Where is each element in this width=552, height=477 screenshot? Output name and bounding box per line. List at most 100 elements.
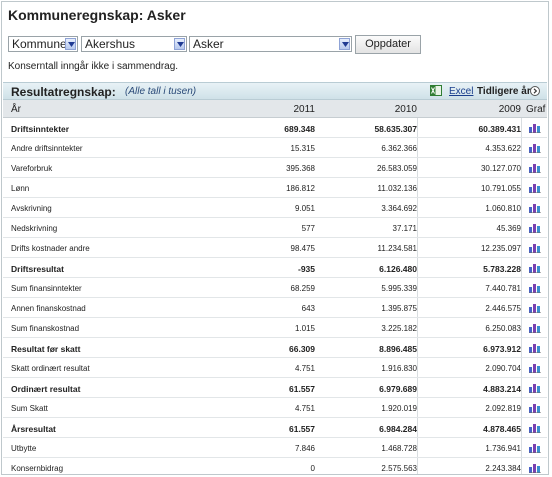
update-button[interactable]: Oppdater	[355, 35, 421, 54]
bar-chart-icon[interactable]	[529, 203, 541, 213]
column-divider	[521, 458, 522, 474]
value-2010: 26.583.059	[376, 164, 417, 173]
results-table: Driftsinntekter 689.348 58.635.307 60.389.4…	[3, 118, 547, 474]
column-divider	[521, 118, 522, 137]
column-divider	[521, 338, 522, 357]
value-2010: 8.896.485	[379, 344, 417, 354]
value-2011: 61.557	[289, 384, 315, 394]
bar-chart-icon[interactable]	[529, 383, 541, 393]
excel-icon[interactable]	[430, 85, 442, 96]
column-divider	[417, 198, 418, 217]
value-2010: 6.362.366	[381, 144, 417, 153]
row-label: Vareforbruk	[11, 164, 53, 173]
row-label: Årsresultat	[11, 424, 56, 434]
bar-chart-icon[interactable]	[529, 363, 541, 373]
column-divider	[417, 258, 418, 277]
column-divider	[521, 318, 522, 337]
value-2011: 66.309	[289, 344, 315, 354]
header-year: År	[11, 104, 21, 115]
value-2009: 6.250.083	[485, 324, 521, 333]
column-divider	[521, 278, 522, 297]
column-divider	[417, 158, 418, 177]
column-divider	[521, 358, 522, 377]
value-2009: 5.783.228	[483, 264, 521, 274]
column-divider	[417, 378, 418, 397]
value-2011: 643	[301, 304, 315, 313]
bar-chart-icon[interactable]	[529, 283, 541, 293]
row-label: Ordinært resultat	[11, 384, 81, 394]
bar-chart-icon[interactable]	[529, 263, 541, 273]
bar-chart-icon[interactable]	[529, 343, 541, 353]
bar-chart-icon[interactable]	[529, 423, 541, 433]
earlier-years-link[interactable]: Tidligere år	[477, 86, 531, 97]
page-title: Kommuneregnskap: Asker	[8, 7, 186, 23]
chevron-down-icon[interactable]	[339, 38, 350, 50]
value-2009: 1.736.941	[485, 444, 521, 453]
value-2011: 395.368	[286, 164, 315, 173]
bar-chart-icon[interactable]	[529, 443, 541, 453]
column-divider	[521, 218, 522, 237]
bar-chart-icon[interactable]	[529, 303, 541, 313]
excel-link[interactable]: Excel	[449, 86, 473, 97]
row-label: Sum Skatt	[11, 404, 48, 413]
table-row: Lønn 186.812 11.032.136 10.791.055	[3, 178, 547, 198]
panel-frame: Kommuneregnskap: Asker Kommune Akershus …	[1, 1, 549, 475]
table-row: Avskrivning 9.051 3.364.692 1.060.810	[3, 198, 547, 218]
row-label: Lønn	[11, 184, 30, 193]
value-2009: 4.353.622	[485, 144, 521, 153]
bar-chart-icon[interactable]	[529, 223, 541, 233]
municipality-select[interactable]: Asker	[189, 36, 352, 52]
table-row: Nedskrivning 577 37.171 45.369	[3, 218, 547, 238]
value-2011: 1.015	[294, 324, 315, 333]
row-label: Drifts kostnader andre	[11, 244, 90, 253]
value-2009: 4.878.465	[483, 424, 521, 434]
bar-chart-icon[interactable]	[529, 243, 541, 253]
value-2009: 60.389.431	[478, 124, 521, 134]
bar-chart-icon[interactable]	[529, 123, 541, 133]
row-label: Sum finansinntekter	[11, 284, 82, 293]
value-2010: 11.234.581	[377, 244, 417, 253]
bar-chart-icon[interactable]	[529, 143, 541, 153]
header-graph: Graf	[526, 104, 546, 115]
type-select-value: Kommune	[12, 37, 67, 51]
chevron-down-icon[interactable]	[65, 38, 76, 50]
column-divider	[417, 278, 418, 297]
section-header: Resultatregnskap: (Alle tall i tusen) Ex…	[3, 82, 547, 100]
table-row: Driftsresultat -935 6.126.480 5.783.228	[3, 258, 547, 278]
column-divider	[417, 118, 418, 137]
column-divider	[417, 218, 418, 237]
table-row: Annen finanskostnad 643 1.395.875 2.446.575	[3, 298, 547, 318]
type-select[interactable]: Kommune	[8, 36, 78, 52]
column-divider	[521, 438, 522, 457]
arrow-right-circle-icon[interactable]	[530, 86, 540, 96]
bar-chart-icon[interactable]	[529, 463, 541, 473]
value-2010: 37.171	[392, 224, 417, 233]
column-divider	[417, 358, 418, 377]
value-2009: 12.235.097	[480, 244, 521, 253]
value-2011: 4.751	[294, 364, 315, 373]
column-divider	[417, 318, 418, 337]
bar-chart-icon[interactable]	[529, 183, 541, 193]
value-2011: 68.259	[290, 284, 315, 293]
column-divider	[417, 418, 418, 437]
value-2011: 7.846	[294, 444, 315, 453]
chevron-down-icon[interactable]	[174, 38, 185, 50]
column-divider	[417, 438, 418, 457]
county-select[interactable]: Akershus	[81, 36, 187, 52]
bar-chart-icon[interactable]	[529, 403, 541, 413]
bar-chart-icon[interactable]	[529, 163, 541, 173]
value-2011: 15.315	[290, 144, 315, 153]
value-2010: 1.395.875	[381, 304, 417, 313]
column-divider	[521, 298, 522, 317]
value-2009: 1.060.810	[485, 204, 521, 213]
value-2009: 10.791.055	[480, 184, 521, 193]
table-row: Sum Skatt 4.751 1.920.019 2.092.819	[3, 398, 547, 418]
column-divider	[417, 178, 418, 197]
row-label: Andre driftsinntekter	[11, 144, 83, 153]
bar-chart-icon[interactable]	[529, 323, 541, 333]
row-label: Avskrivning	[11, 204, 52, 213]
value-2010: 3.225.182	[381, 324, 417, 333]
row-label: Resultat før skatt	[11, 344, 81, 354]
column-divider	[521, 418, 522, 437]
value-2010: 6.979.689	[379, 384, 417, 394]
